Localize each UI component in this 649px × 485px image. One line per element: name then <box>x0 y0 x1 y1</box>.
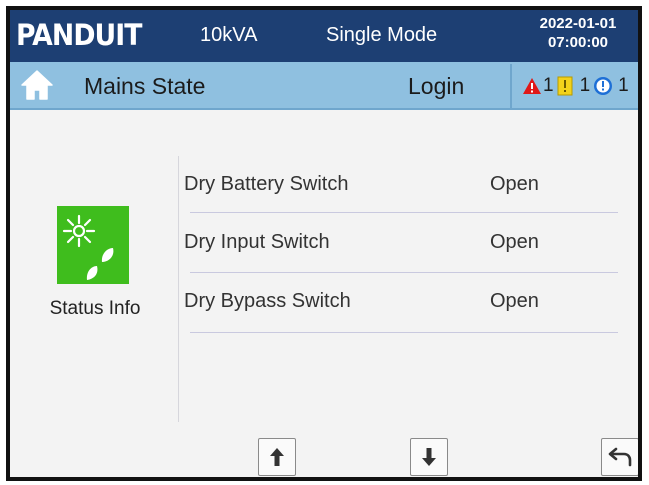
critical-alarm-count: 1 <box>543 75 554 96</box>
date-time: 2022-01-01 07:00:00 <box>522 14 634 52</box>
row-separator <box>190 212 618 213</box>
up-arrow-icon <box>270 448 284 466</box>
status-info-button[interactable]: Status Info <box>30 170 160 320</box>
info-alarm-count: 1 <box>618 75 629 96</box>
down-arrow-icon <box>422 448 436 466</box>
warning-alarm-count: 1 <box>579 75 591 96</box>
alarm-summary[interactable]: 1 1 1 <box>510 64 638 108</box>
page-down-button[interactable] <box>410 438 448 476</box>
row-value-input-switch: Open <box>490 231 539 253</box>
brand-logo: PANDUIT <box>16 18 142 52</box>
operating-mode: Single Mode <box>326 24 438 46</box>
time-text: 07:00:00 <box>547 34 609 51</box>
back-arrow-icon <box>608 447 632 467</box>
back-button[interactable] <box>601 438 638 476</box>
home-icon[interactable] <box>20 69 54 101</box>
sun-leaf-icon <box>57 206 129 284</box>
vertical-divider <box>178 156 179 422</box>
power-rating: 10kVA <box>200 24 258 46</box>
page-up-button[interactable] <box>258 438 296 476</box>
warning-triangle-icon <box>523 78 541 94</box>
info-circle-icon <box>594 77 613 95</box>
row-name-input-switch: Dry Input Switch <box>184 231 330 253</box>
row-value-battery-switch: Open <box>490 173 539 195</box>
row-separator <box>190 332 618 333</box>
exclamation-square-icon <box>557 76 573 96</box>
row-name-battery-switch: Dry Battery Switch <box>184 173 349 195</box>
screen-frame: PANDUIT 10kVA Single Mode 2022-01-01 07:… <box>6 6 642 481</box>
page-title: Mains State <box>84 73 206 99</box>
top-bar: PANDUIT 10kVA Single Mode 2022-01-01 07:… <box>10 10 638 62</box>
date-text: 2022-01-01 <box>539 15 617 32</box>
row-value-bypass-switch: Open <box>490 290 539 312</box>
row-name-bypass-switch: Dry Bypass Switch <box>184 290 351 312</box>
title-bar: Mains State Login 1 1 1 <box>10 62 638 110</box>
login-button[interactable]: Login <box>408 73 464 100</box>
row-separator <box>190 272 618 273</box>
status-info-label: Status Info <box>49 298 141 319</box>
